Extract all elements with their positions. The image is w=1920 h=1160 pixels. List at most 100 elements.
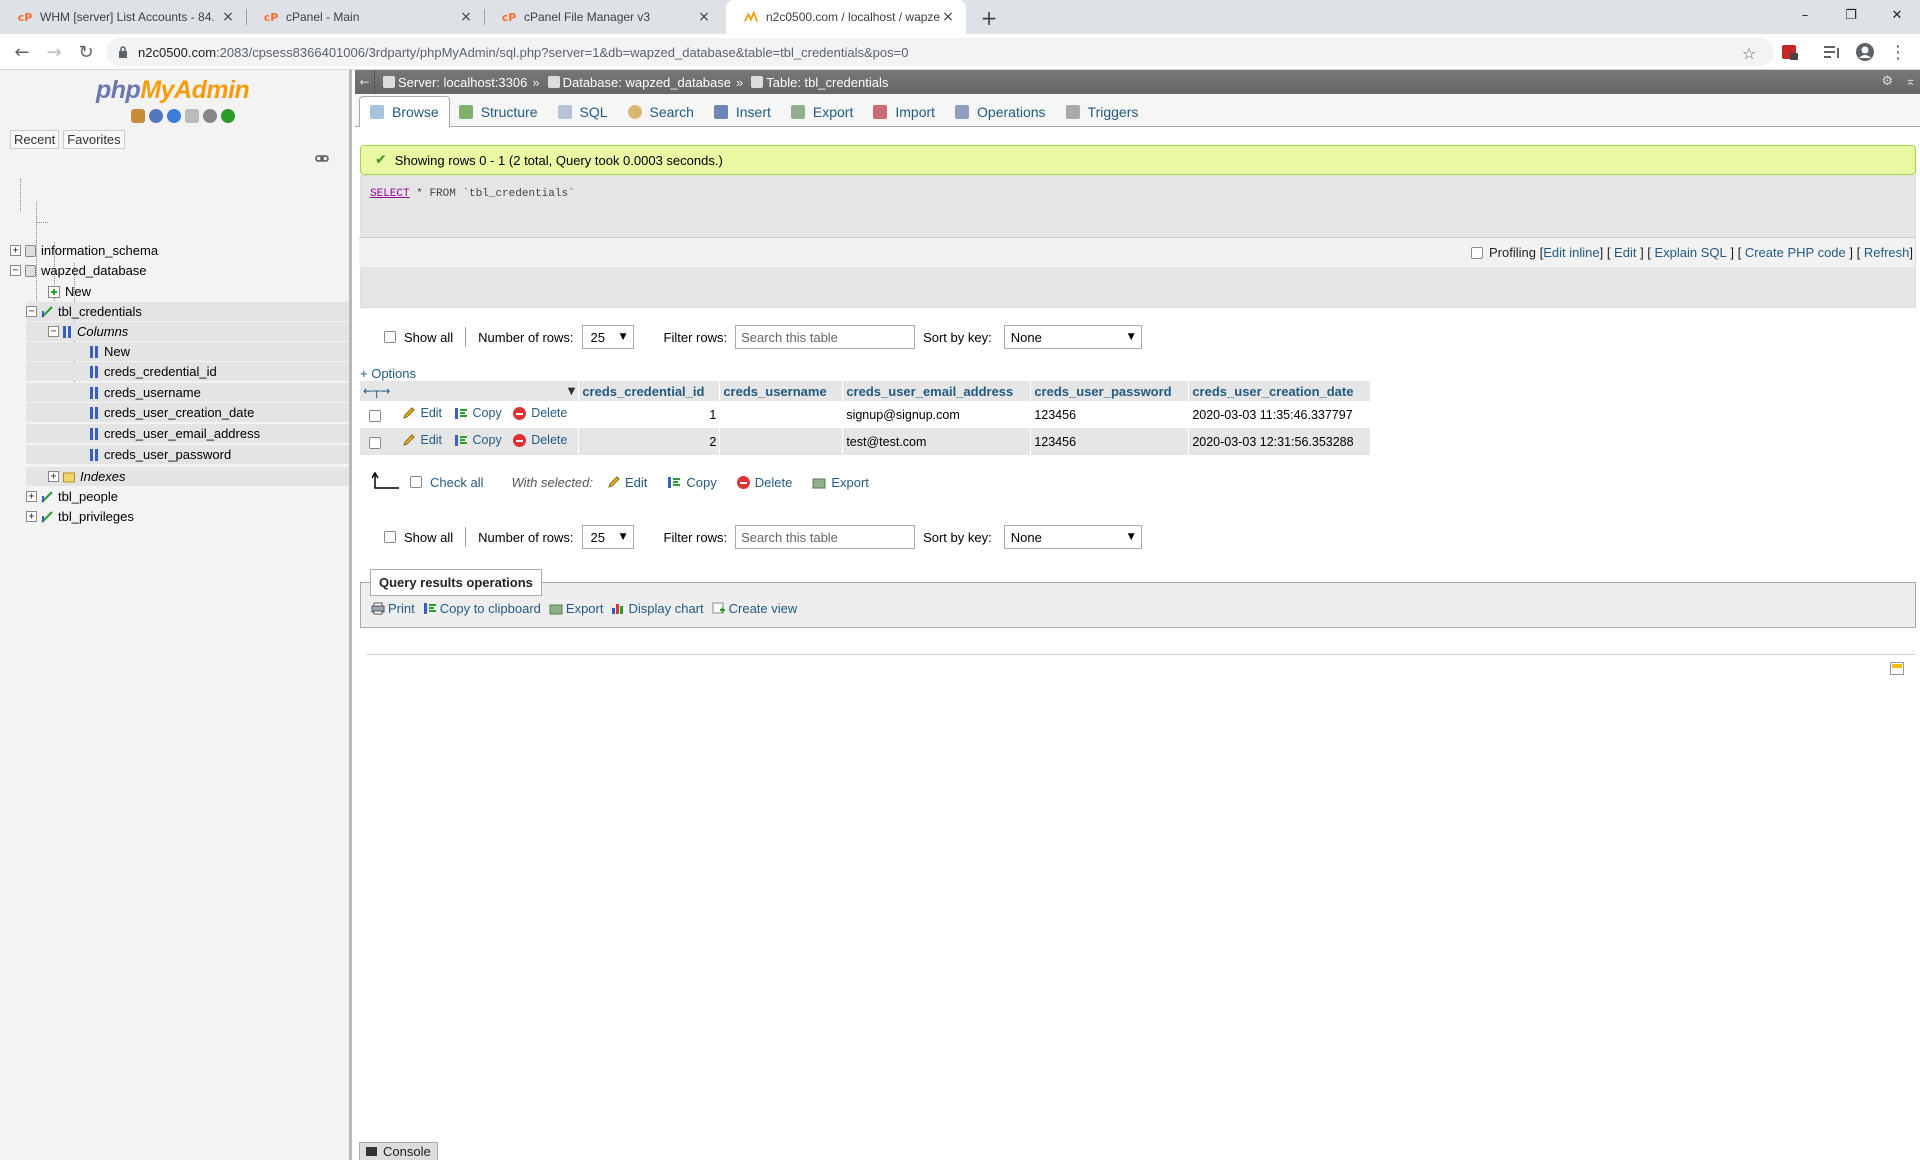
docs-icon[interactable] [185, 109, 199, 123]
link-icon[interactable] [315, 154, 329, 164]
cell-credential-id[interactable]: 1 [578, 401, 721, 428]
sort-by-key-select[interactable]: None ▼ [1003, 525, 1142, 549]
phpmyadmin-logo[interactable]: phpMyAdmin [96, 76, 250, 105]
column-header[interactable]: creds_user_password [1030, 381, 1190, 401]
tab-search[interactable]: Search [617, 96, 705, 126]
tree-db-information-schema[interactable]: + information_schema [10, 241, 158, 260]
tree-column[interactable]: creds_user_email_address [26, 424, 349, 443]
profile-avatar-icon[interactable] [1853, 40, 1877, 64]
cell-credential-id[interactable]: 2 [578, 428, 721, 455]
help-icon[interactable] [167, 109, 181, 123]
reload-button[interactable]: ↻ [74, 40, 98, 64]
tree-table-tbl-people[interactable]: + tbl_people [26, 487, 118, 506]
close-tab-icon[interactable]: × [458, 9, 474, 25]
browser-menu-icon[interactable]: ⋮ [1886, 40, 1910, 64]
recent-tab[interactable]: Recent [10, 130, 60, 149]
row-checkbox[interactable] [369, 410, 381, 423]
gear-icon[interactable] [203, 109, 217, 123]
filter-rows-input[interactable]: Search this table [735, 325, 916, 349]
tab-import[interactable]: Import [862, 96, 946, 126]
cell-email[interactable]: signup@signup.com [842, 401, 1032, 428]
edit-inline-link[interactable]: Edit inline [1543, 245, 1599, 260]
close-window-button[interactable]: ✕ [1874, 0, 1920, 30]
gear-icon[interactable]: ⚙ [1881, 74, 1893, 89]
sql-keyword[interactable]: SELECT [370, 188, 410, 200]
media-control-icon[interactable] [1820, 40, 1844, 64]
copy-to-clipboard-button[interactable]: Copy to clipboard [423, 601, 541, 616]
display-chart-button[interactable]: Display chart [611, 601, 704, 616]
tab-structure[interactable]: Structure [448, 96, 549, 126]
sql-query-text[interactable]: SELECT * FROM `tbl_credentials` [370, 188, 575, 200]
close-tab-icon[interactable]: × [696, 9, 712, 25]
tree-table-tbl-privileges[interactable]: + tbl_privileges [26, 507, 134, 526]
refresh-link[interactable]: Refresh [1864, 245, 1910, 260]
forward-button[interactable]: → [42, 40, 66, 64]
tab-sql[interactable]: SQL [547, 96, 619, 126]
maximize-button[interactable]: ❐ [1828, 0, 1874, 30]
edit-sql-link[interactable]: Edit [1614, 245, 1636, 260]
number-of-rows-select[interactable]: 25 ▼ [581, 325, 634, 349]
bookmark-star-icon[interactable]: ☆ [1737, 41, 1761, 65]
page-settings-icon[interactable] [1890, 662, 1904, 675]
export-results-button[interactable]: Export [549, 601, 603, 616]
collapse-icon[interactable]: − [48, 326, 59, 337]
collapse-icon[interactable]: − [26, 306, 37, 317]
new-tab-button[interactable]: + [977, 6, 1001, 30]
expand-icon[interactable]: + [48, 471, 59, 482]
cell-username[interactable] [719, 401, 844, 428]
filter-rows-input[interactable]: Search this table [735, 525, 916, 549]
reload-icon[interactable] [221, 109, 235, 123]
tab-operations[interactable]: Operations [944, 96, 1056, 126]
expand-icon[interactable]: + [26, 491, 37, 502]
cell-creation-date[interactable]: 2020-03-03 12:31:56.353288 [1188, 428, 1372, 455]
column-header[interactable]: creds_user_creation_date [1188, 381, 1372, 401]
collapse-top-icon[interactable]: ⌅ [1905, 74, 1916, 89]
tab-insert[interactable]: Insert [703, 96, 782, 126]
cell-password[interactable]: 123456 [1030, 428, 1190, 455]
cell-creation-date[interactable]: 2020-03-03 11:35:46.337797 [1188, 401, 1372, 428]
browser-tab-whm[interactable]: cP WHM [server] List Accounts - 84. × [0, 0, 246, 34]
tab-browse[interactable]: Browse [359, 96, 450, 127]
favorites-tab[interactable]: Favorites [63, 130, 125, 149]
home-icon[interactable] [131, 109, 145, 123]
collapse-sidebar-icon[interactable]: ← [355, 70, 375, 94]
back-button[interactable]: ← [10, 40, 34, 64]
delete-row-button[interactable]: Delete [513, 406, 567, 420]
tree-table-tbl-credentials[interactable]: − tbl_credentials [26, 302, 349, 321]
bulk-copy-button[interactable]: Copy [667, 475, 717, 490]
create-view-button[interactable]: Create view [712, 601, 797, 616]
browser-tab-phpmyadmin[interactable]: n2c0500.com / localhost / wapze × [726, 0, 966, 34]
create-php-code-link[interactable]: Create PHP code [1745, 245, 1846, 260]
console-toggle[interactable]: Console [359, 1142, 438, 1160]
profiling-checkbox[interactable] [1471, 246, 1484, 259]
logout-icon[interactable] [149, 109, 163, 123]
bulk-delete-button[interactable]: Delete [736, 475, 792, 490]
browser-tab-file-manager[interactable]: cP cPanel File Manager v3 × [484, 0, 722, 34]
tab-export[interactable]: Export [780, 96, 864, 126]
breadcrumb-database[interactable]: Database: wapzed_database » [547, 75, 743, 90]
options-link[interactable]: + Options [360, 366, 416, 381]
close-tab-icon[interactable]: × [220, 9, 236, 25]
expand-icon[interactable]: + [26, 511, 37, 522]
copy-row-button[interactable]: Copy [454, 406, 502, 420]
cell-password[interactable]: 123456 [1030, 401, 1190, 428]
explain-sql-link[interactable]: Explain SQL [1655, 245, 1727, 260]
check-all-label[interactable]: Check all [430, 475, 483, 490]
print-button[interactable]: Print [371, 601, 415, 616]
breadcrumb-server[interactable]: Server: localhost:3306» [383, 75, 540, 90]
cell-email[interactable]: test@test.com [842, 428, 1032, 455]
column-toggle-header[interactable]: ←┬→ ▼ [360, 381, 580, 401]
breadcrumb-table[interactable]: Table: tbl_credentials [751, 75, 888, 90]
tree-columns-group[interactable]: − Columns [26, 322, 349, 341]
copy-row-button[interactable]: Copy [454, 433, 502, 447]
expand-icon[interactable]: + [10, 245, 21, 256]
sort-by-key-select[interactable]: None ▼ [1003, 325, 1142, 349]
delete-row-button[interactable]: Delete [513, 433, 567, 447]
show-all-checkbox[interactable] [384, 531, 396, 543]
browser-tab-cpanel-main[interactable]: cP cPanel - Main × [246, 0, 484, 34]
tree-db-wapzed-database[interactable]: − wapzed_database [10, 261, 147, 280]
tree-column[interactable]: creds_user_password [26, 445, 349, 464]
bulk-export-button[interactable]: Export [812, 475, 869, 490]
tree-indexes-group[interactable]: + Indexes [26, 467, 349, 486]
show-all-checkbox[interactable] [384, 331, 396, 343]
